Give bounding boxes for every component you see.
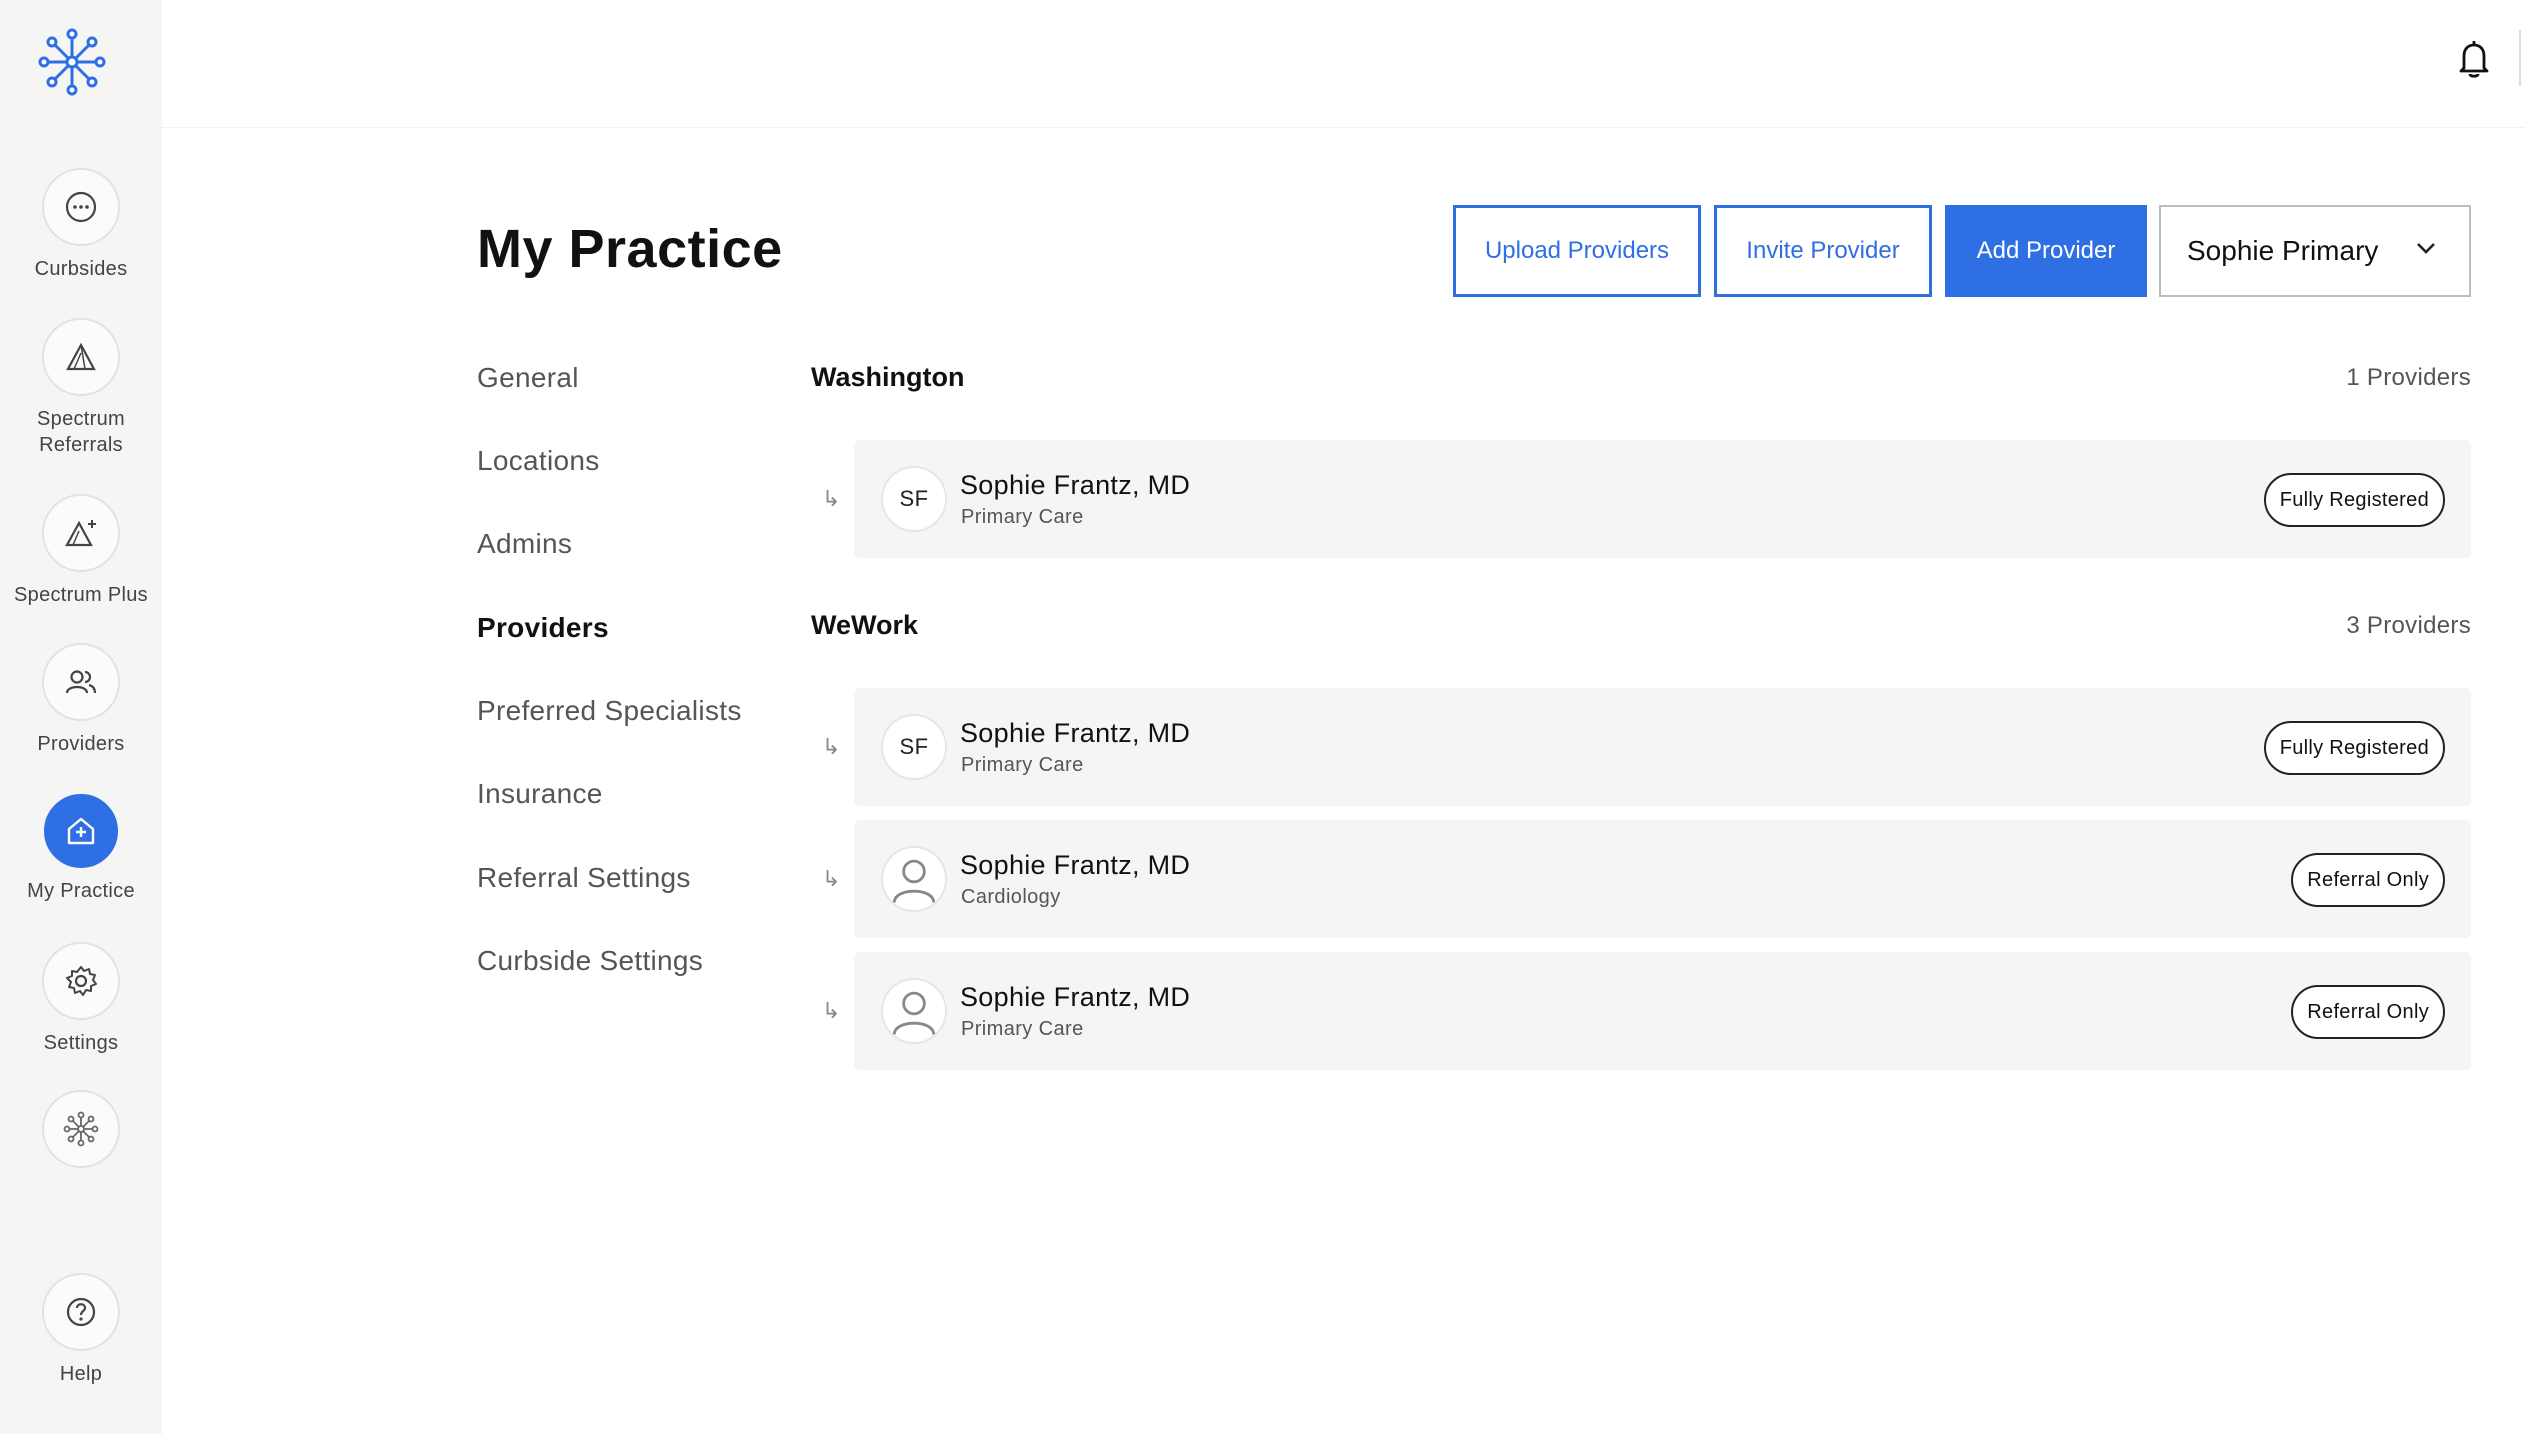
subnav-general[interactable]: General bbox=[477, 362, 579, 394]
user-placeholder-icon bbox=[881, 846, 947, 912]
avatar: SF bbox=[881, 466, 947, 532]
subnav-preferred-specialists[interactable]: Preferred Specialists bbox=[477, 695, 742, 727]
gear-icon bbox=[42, 942, 120, 1020]
subnav-insurance[interactable]: Insurance bbox=[477, 778, 603, 810]
top-bar bbox=[162, 0, 2524, 128]
provider-card[interactable]: SF Sophie Frantz, MD Primary Care Fully … bbox=[854, 688, 2471, 806]
location-group-title: Washington bbox=[811, 362, 965, 392]
subnav-locations[interactable]: Locations bbox=[477, 445, 600, 477]
subnav-referral-settings[interactable]: Referral Settings bbox=[477, 862, 691, 894]
provider-name: Sophie Frantz, MD bbox=[960, 470, 1191, 500]
help-icon bbox=[42, 1273, 120, 1351]
row-indent-arrow-icon: ↳ bbox=[822, 486, 841, 511]
row-indent-arrow-icon: ↳ bbox=[822, 734, 841, 759]
avatar: SF bbox=[881, 714, 947, 780]
people-icon bbox=[42, 643, 120, 721]
status-badge: Referral Only bbox=[2291, 853, 2445, 907]
row-indent-arrow-icon: ↳ bbox=[822, 866, 841, 891]
status-badge: Fully Registered bbox=[2263, 721, 2445, 775]
add-provider-button[interactable]: Add Provider bbox=[1945, 205, 2147, 297]
network-icon bbox=[42, 1090, 120, 1168]
row-indent-arrow-icon: ↳ bbox=[822, 998, 841, 1023]
sidebar-item-spectrum-referrals[interactable]: Spectrum Referrals bbox=[0, 318, 162, 458]
user-placeholder-icon bbox=[881, 978, 947, 1044]
provider-specialty: Cardiology bbox=[961, 886, 1061, 908]
provider-name: Sophie Frantz, MD bbox=[960, 850, 1191, 880]
invite-provider-button[interactable]: Invite Provider bbox=[1714, 205, 1932, 297]
provider-count: 1 Providers bbox=[2346, 364, 2471, 391]
chat-bubble-icon bbox=[42, 168, 120, 246]
notification-bell-icon[interactable] bbox=[2456, 38, 2492, 80]
page-title: My Practice bbox=[477, 219, 783, 279]
house-plus-icon bbox=[44, 794, 118, 868]
status-badge: Referral Only bbox=[2291, 985, 2445, 1039]
sidebar: Curbsides Spectrum Referrals Spectrum Pl… bbox=[0, 0, 162, 1434]
chevron-down-icon bbox=[2417, 243, 2435, 254]
sidebar-item-providers[interactable]: Providers bbox=[0, 643, 162, 757]
subnav-providers[interactable]: Providers bbox=[477, 612, 609, 644]
sidebar-item-help[interactable]: Help bbox=[0, 1273, 162, 1387]
subnav-curbside-settings[interactable]: Curbside Settings bbox=[477, 945, 703, 977]
provider-specialty: Primary Care bbox=[961, 754, 1084, 776]
provider-name: Sophie Frantz, MD bbox=[960, 982, 1191, 1012]
upload-providers-button[interactable]: Upload Providers bbox=[1453, 205, 1701, 297]
sidebar-item-settings[interactable]: Settings bbox=[0, 942, 162, 1056]
sidebar-item-label: Spectrum Referrals bbox=[37, 408, 125, 456]
subnav-admins[interactable]: Admins bbox=[477, 528, 572, 560]
sidebar-item-label: Spectrum Plus bbox=[14, 584, 148, 606]
provider-specialty: Primary Care bbox=[961, 506, 1084, 528]
account-dropdown[interactable]: Sophie Primary bbox=[2159, 205, 2471, 297]
provider-name: Sophie Frantz, MD bbox=[960, 718, 1191, 748]
sidebar-item-network[interactable] bbox=[0, 1090, 162, 1168]
divider bbox=[2519, 30, 2521, 86]
account-name: Sophie Primary bbox=[2187, 235, 2379, 266]
app-logo-icon[interactable] bbox=[38, 28, 106, 96]
status-badge: Fully Registered bbox=[2263, 473, 2445, 527]
sidebar-item-label: Curbsides bbox=[34, 258, 128, 280]
provider-card[interactable]: Sophie Frantz, MD Primary Care Referral … bbox=[854, 952, 2471, 1070]
sidebar-item-curbsides[interactable]: Curbsides bbox=[0, 168, 162, 282]
sidebar-item-label: My Practice bbox=[27, 880, 135, 902]
sidebar-item-label: Help bbox=[59, 1363, 103, 1385]
provider-count: 3 Providers bbox=[2346, 612, 2471, 639]
provider-specialty: Primary Care bbox=[961, 1018, 1084, 1040]
provider-card[interactable]: SF Sophie Frantz, MD Primary Care Fully … bbox=[854, 440, 2471, 558]
sidebar-item-my-practice[interactable]: My Practice bbox=[0, 794, 162, 904]
location-group-title: WeWork bbox=[811, 610, 919, 640]
sidebar-item-label: Providers bbox=[37, 733, 125, 755]
mountain-plus-icon bbox=[42, 494, 120, 572]
provider-card[interactable]: Sophie Frantz, MD Cardiology Referral On… bbox=[854, 820, 2471, 938]
sidebar-item-label: Settings bbox=[43, 1032, 119, 1054]
sidebar-item-spectrum-plus[interactable]: Spectrum Plus bbox=[0, 494, 162, 608]
mountain-icon bbox=[42, 318, 120, 396]
